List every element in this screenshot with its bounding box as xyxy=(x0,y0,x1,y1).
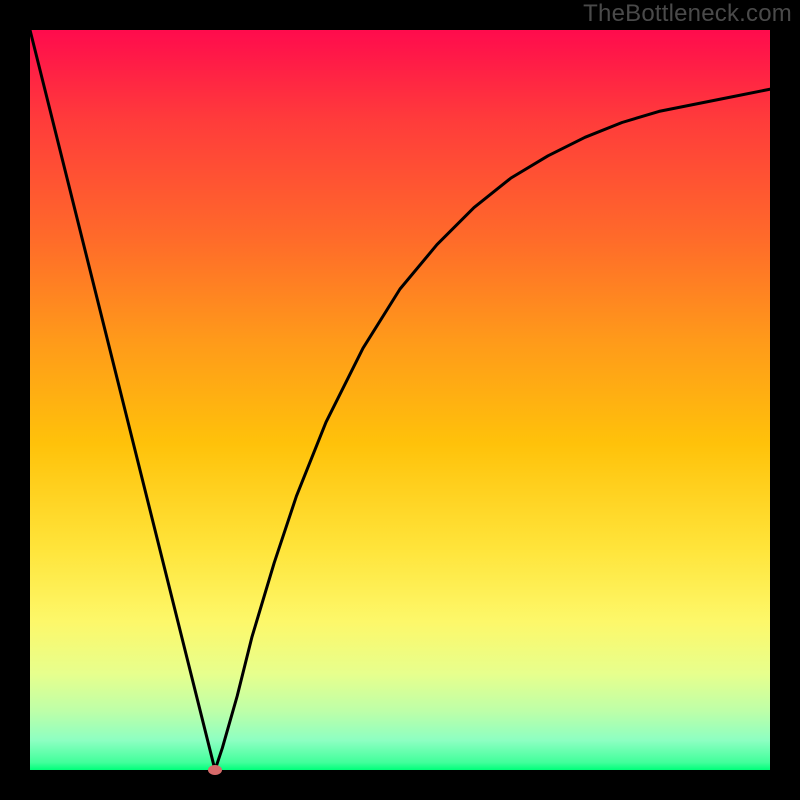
bottleneck-curve xyxy=(30,30,770,770)
watermark-text: TheBottleneck.com xyxy=(583,0,792,28)
optimal-point-marker xyxy=(208,765,222,775)
chart-frame: TheBottleneck.com xyxy=(0,0,800,800)
plot-area xyxy=(30,30,770,770)
